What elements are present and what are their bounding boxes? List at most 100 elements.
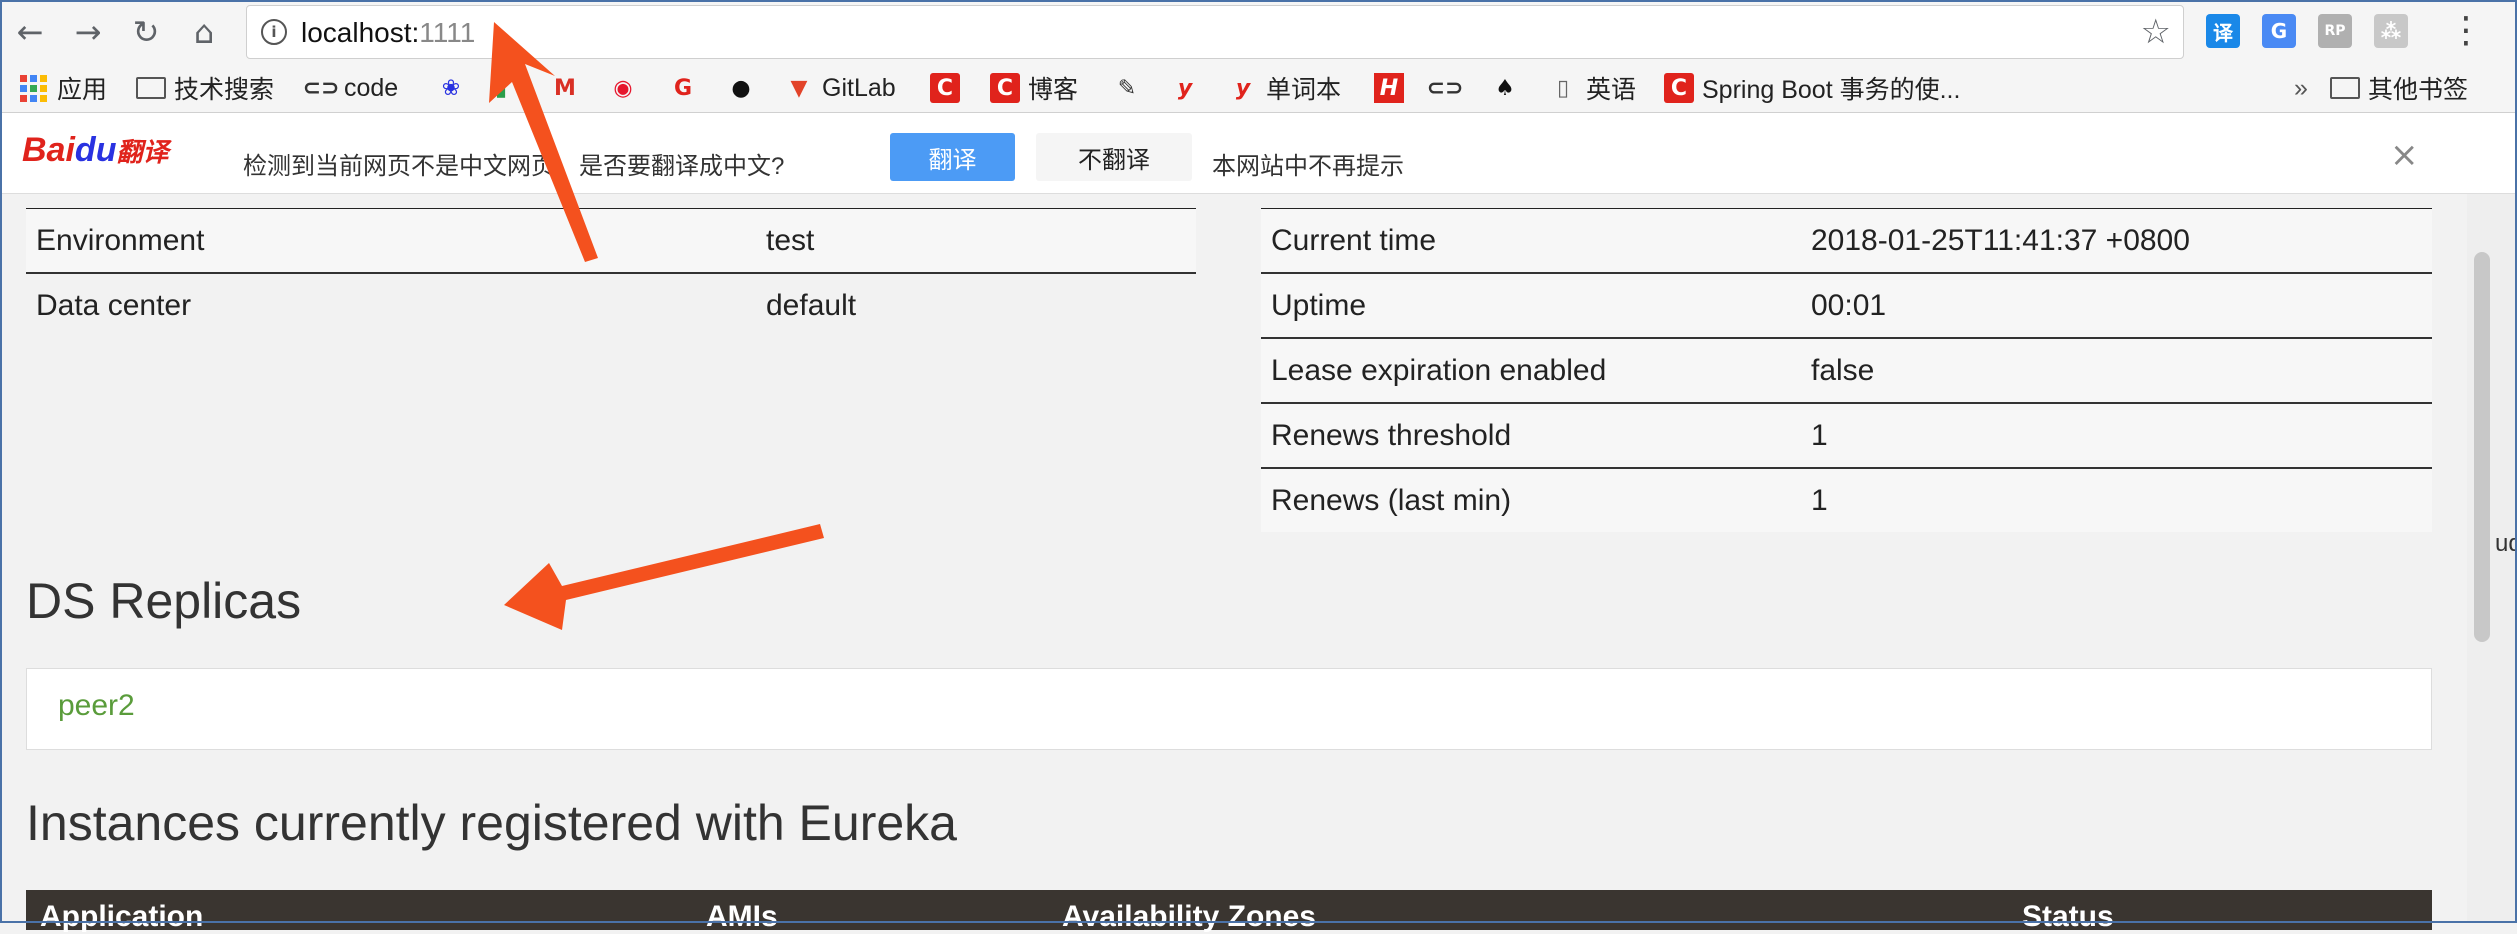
folder-icon	[136, 77, 166, 99]
csdn-icon: C	[930, 73, 960, 103]
bookmark-h[interactable]: H	[1374, 72, 1412, 104]
spade-icon: ♠	[1495, 75, 1515, 101]
bookmark-star-icon[interactable]: ☆	[2141, 12, 2171, 52]
google-translate-icon[interactable]: G	[2262, 14, 2296, 48]
row-label: Renews (last min)	[1261, 468, 1801, 532]
baidu-paw-icon: ❀	[441, 75, 461, 101]
bookmark-gitlab[interactable]: ▼ GitLab	[784, 72, 896, 104]
row-label: Lease expiration enabled	[1261, 338, 1801, 404]
bookmarks-bar: 应用 技术搜索 ⊂⊃ code ❀ ▮ M ◉ G ● ▼ GitLab C C…	[0, 64, 2517, 113]
bookmark-label: GitLab	[822, 73, 896, 102]
apps-grid-icon	[20, 74, 47, 102]
table-row: Renews (last min) 1	[1261, 468, 2432, 532]
baidu-translate-logo: Baidu翻译	[22, 131, 169, 169]
h-red-icon: H	[1374, 73, 1404, 103]
github-icon: ●	[731, 75, 751, 101]
rp-extension-icon[interactable]: RP	[2318, 14, 2352, 48]
csdn-icon: C	[1664, 73, 1694, 103]
table-row: Uptime 00:01	[1261, 273, 2432, 339]
row-value: 1	[1801, 403, 2432, 469]
instances-heading: Instances currently registered with Eure…	[26, 795, 957, 851]
table-row: Environment test	[26, 208, 1196, 274]
browser-menu-icon[interactable]: ⋮	[2448, 10, 2484, 51]
partial-window-text: ud	[2495, 530, 2517, 557]
browser-toolbar: ← → ↻ ⌂ i localhost:1111 ☆ 译 G RP ⁂ ⋮	[0, 0, 2517, 64]
bookmark-green[interactable]: ▮	[486, 72, 524, 104]
puzzle-extension-icon[interactable]: ⁂	[2374, 14, 2408, 48]
row-value: 1	[1801, 468, 2432, 532]
dont-translate-button[interactable]: 不翻译	[1036, 133, 1192, 181]
reload-icon[interactable]: ↻	[124, 10, 168, 54]
row-value: 2018-01-25T11:41:37 +0800	[1801, 208, 2432, 274]
bookmark-baidu[interactable]: ❀	[436, 72, 474, 104]
link-icon: ⊂⊃	[302, 75, 340, 101]
bookmark-apps[interactable]: 应用	[20, 72, 107, 104]
bookmark-blog[interactable]: C 博客	[990, 72, 1078, 104]
table-row: Lease expiration enabled false	[1261, 338, 2432, 404]
table-row: Current time 2018-01-25T11:41:37 +0800	[1261, 208, 2432, 274]
row-label: Renews threshold	[1261, 403, 1801, 469]
forward-icon[interactable]: →	[66, 10, 110, 54]
feather-icon: ✎	[1117, 75, 1137, 101]
column-header-availability-zones: Availability Zones	[1062, 900, 1316, 933]
bookmark-weibo[interactable]: ◉	[608, 72, 646, 104]
column-header-status: Status	[2022, 900, 2114, 933]
ds-replicas-heading: DS Replicas	[26, 573, 302, 629]
translate-prompt: 检测到当前网页不是中文网页，是否要翻译成中文?	[243, 153, 785, 180]
home-icon[interactable]: ⌂	[182, 10, 226, 54]
bookmark-wordbook[interactable]: y 单词本	[1228, 72, 1341, 105]
never-translate-site-link[interactable]: 本网站中不再提示	[1212, 146, 1404, 181]
bookmark-gmail[interactable]: M	[550, 72, 588, 104]
address-bar[interactable]: i localhost:1111 ☆	[246, 5, 2184, 59]
csdn-blog-icon: C	[990, 73, 1020, 103]
bookmark-label: 其他书签	[2368, 76, 2469, 104]
bookmarks-overflow-icon[interactable]: »	[2294, 72, 2308, 104]
bookmark-spade[interactable]: ♠	[1490, 72, 1528, 104]
gmail-icon: M	[554, 75, 576, 101]
bookmark-other[interactable]: 其他书签	[2330, 72, 2468, 104]
scrollbar-thumb[interactable]	[2474, 252, 2490, 642]
row-label: Environment	[26, 208, 756, 274]
back-icon[interactable]: ←	[8, 10, 52, 54]
g-red-icon: G	[673, 75, 693, 101]
row-value: test	[756, 208, 1196, 274]
gitlab-icon: ▼	[790, 75, 808, 101]
row-value: default	[756, 273, 1196, 337]
instances-table-header: Application AMIs Availability Zones Stat…	[26, 890, 2432, 933]
bookmark-label: code	[344, 73, 399, 102]
bookmark-code[interactable]: ⊂⊃ code	[302, 72, 399, 104]
replica-link-peer2[interactable]: peer2	[58, 689, 135, 723]
bookmark-g[interactable]: G	[668, 72, 706, 104]
url-text[interactable]: localhost:1111	[301, 17, 475, 49]
page-scrollbar[interactable]	[2467, 194, 2517, 923]
link-icon: ⊂⊃	[1426, 75, 1464, 101]
bookmark-label: 技术搜索	[174, 76, 275, 104]
bookmark-english[interactable]: ▯ 英语	[1548, 72, 1636, 105]
bookmark-tech-search[interactable]: 技术搜索	[136, 72, 274, 104]
status-table: Current time 2018-01-25T11:41:37 +0800 U…	[1261, 208, 2432, 532]
ds-replicas-list: peer2	[26, 668, 2432, 750]
bookmark-feather[interactable]: ✎	[1112, 72, 1150, 104]
youdao-wordbook-icon: y	[1235, 75, 1251, 101]
folder-icon	[2330, 77, 2360, 99]
bookmark-github[interactable]: ●	[726, 72, 764, 104]
green-bookmark-icon: ▮	[494, 75, 508, 101]
close-icon[interactable]: ×	[2390, 135, 2419, 175]
bookmark-link[interactable]: ⊂⊃	[1426, 72, 1468, 104]
environment-table: Environment test Data center default	[26, 208, 1196, 337]
row-value: false	[1801, 338, 2432, 404]
row-label: Uptime	[1261, 273, 1801, 339]
column-header-application: Application	[40, 900, 204, 933]
translate-button[interactable]: 翻译	[890, 133, 1015, 181]
bookmark-spring-boot[interactable]: C Spring Boot 事务的使...	[1664, 72, 1960, 104]
bookmark-youdao[interactable]: y	[1170, 72, 1208, 104]
weibo-icon: ◉	[613, 75, 633, 101]
page-icon: ▯	[1556, 75, 1570, 101]
translate-extension-icon[interactable]: 译	[2206, 14, 2240, 48]
translate-bar: Baidu翻译 检测到当前网页不是中文网页，是否要翻译成中文? 翻译 不翻译 本…	[0, 113, 2517, 194]
bookmark-label: Spring Boot 事务的使...	[1702, 76, 1961, 104]
row-label: Data center	[26, 273, 756, 337]
eureka-dashboard: Environment test Data center default Cur…	[0, 194, 2517, 933]
bookmark-csdn[interactable]: C	[930, 72, 968, 104]
site-info-icon[interactable]: i	[261, 19, 287, 45]
